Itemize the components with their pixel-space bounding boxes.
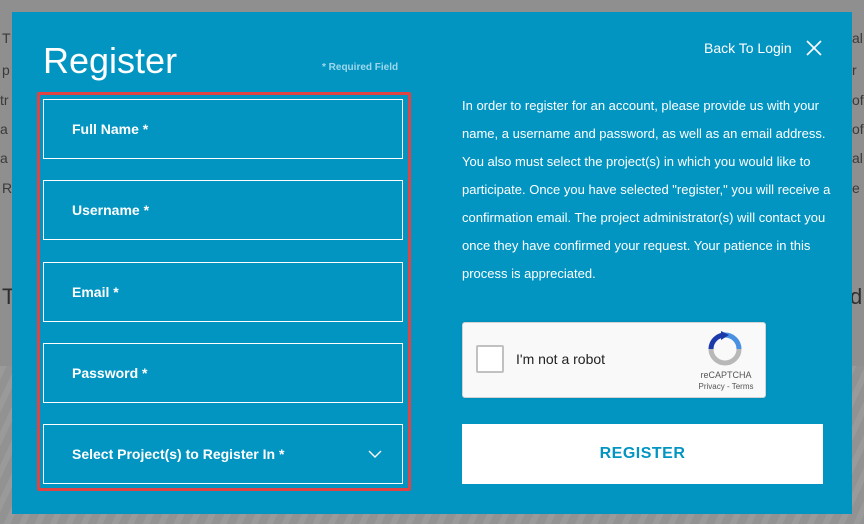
background-text: e: [852, 180, 860, 196]
username-field[interactable]: Username *: [43, 180, 403, 240]
background-text: p: [2, 62, 10, 78]
background-text: a: [0, 121, 8, 137]
recaptcha-brand: reCAPTCHA: [700, 370, 752, 380]
password-placeholder: Password *: [72, 365, 148, 381]
background-text: a: [0, 150, 8, 166]
email-placeholder: Email *: [72, 284, 119, 300]
recaptcha-label: I'm not a robot: [516, 351, 606, 367]
required-field-note: * Required Field: [322, 62, 399, 73]
recaptcha-logo-icon: [708, 331, 742, 366]
background-text: R: [2, 180, 13, 196]
back-to-login-link[interactable]: Back To Login: [704, 40, 792, 56]
project-select-placeholder: Select Project(s) to Register In *: [72, 446, 285, 462]
username-placeholder: Username *: [72, 202, 150, 218]
registration-instructions: In order to register for an account, ple…: [462, 98, 831, 281]
background-text: al: [852, 150, 863, 166]
background-text: al: [852, 30, 863, 46]
background-text: of: [852, 92, 864, 108]
full-name-placeholder: Full Name *: [72, 121, 149, 137]
register-button[interactable]: REGISTER: [462, 424, 823, 484]
page-title: Register: [43, 40, 178, 81]
recaptcha-checkbox[interactable]: [476, 345, 504, 373]
background-heading: d.: [850, 284, 864, 309]
full-name-field[interactable]: Full Name *: [43, 99, 403, 159]
close-icon: [806, 40, 822, 56]
background-text: of: [852, 121, 864, 137]
chevron-down-icon: [368, 450, 382, 458]
recaptcha-widget: I'm not a robot reCAPTCHA Privacy - Term…: [462, 322, 766, 398]
password-field[interactable]: Password *: [43, 343, 403, 403]
background-text: T: [2, 30, 11, 46]
close-button[interactable]: [804, 38, 824, 58]
recaptcha-privacy-terms[interactable]: Privacy - Terms: [681, 382, 771, 391]
email-field[interactable]: Email *: [43, 262, 403, 322]
background-text: tr: [0, 92, 9, 108]
register-modal: Register * Required Field Back To Login …: [12, 12, 852, 514]
background-text: r: [852, 62, 857, 78]
project-select[interactable]: Select Project(s) to Register In *: [43, 424, 403, 484]
